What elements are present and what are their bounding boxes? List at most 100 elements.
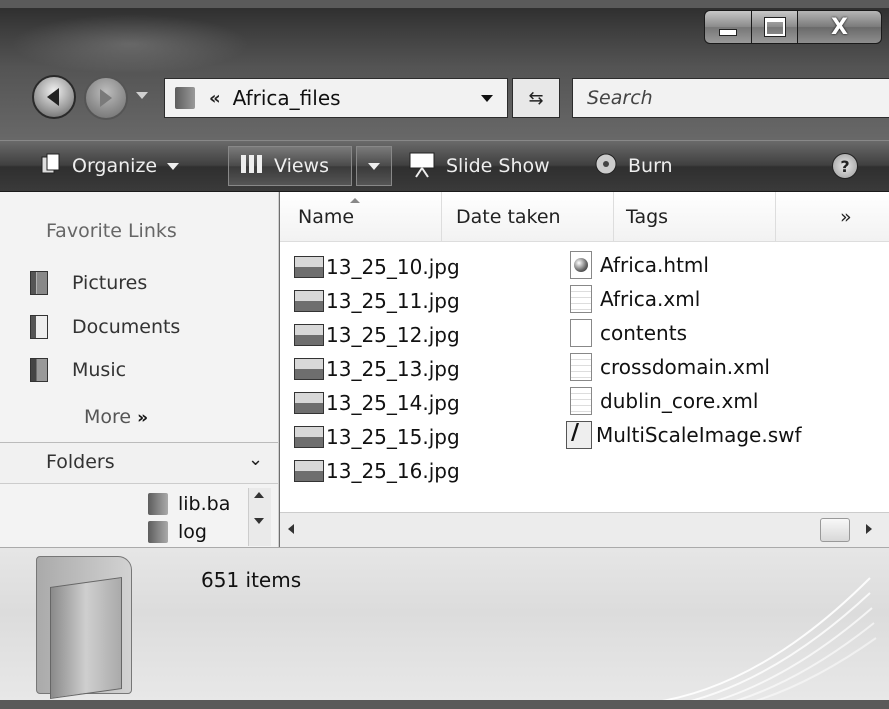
slideshow-button[interactable]: Slide Show (408, 141, 550, 191)
organize-icon (40, 153, 62, 180)
list-item[interactable]: dublin_core.xml (570, 384, 758, 418)
tree-folder-label: lib.ba (178, 493, 231, 515)
xml-file-icon (570, 387, 592, 415)
column-header-row: Name Date taken Tags » (280, 192, 889, 242)
back-button[interactable] (32, 75, 76, 119)
list-item[interactable]: crossdomain.xml (570, 350, 770, 384)
scroll-right-icon[interactable] (866, 524, 872, 534)
jpg-file-icon (294, 460, 324, 482)
decorative-swoosh (649, 577, 877, 708)
column-header-tags[interactable]: Tags (614, 192, 776, 242)
burn-button[interactable]: Burn (594, 141, 673, 191)
views-label-group[interactable]: Views (240, 141, 329, 191)
file-name: 13_25_16.jpg (326, 459, 460, 483)
list-item[interactable]: 13_25_12.jpg (294, 318, 460, 352)
file-name: crossdomain.xml (600, 355, 770, 379)
list-item[interactable]: contents (570, 316, 687, 350)
html-file-icon (570, 251, 592, 279)
list-item[interactable]: 13_25_15.jpg (294, 420, 460, 454)
list-item[interactable]: Africa.html (570, 248, 709, 282)
address-dropdown-icon[interactable] (481, 95, 493, 102)
refresh-icon: ⇆ (528, 87, 544, 109)
tree-folder-item[interactable]: lib.ba (148, 490, 230, 518)
jpg-file-icon (294, 256, 324, 278)
frame-top-edge (0, 0, 889, 8)
horizontal-scrollbar[interactable] (280, 512, 889, 547)
more-label: More (84, 406, 132, 428)
close-button[interactable]: X (798, 10, 882, 44)
folder-front (50, 576, 122, 700)
forward-arrow-icon (100, 89, 112, 107)
help-icon: ? (840, 156, 850, 176)
list-item[interactable]: Africa.xml (570, 282, 700, 316)
music-icon (30, 358, 48, 382)
help-button[interactable]: ? (832, 153, 858, 179)
column-label: Name (298, 206, 355, 228)
file-name: 13_25_13.jpg (326, 357, 460, 381)
folders-toggle[interactable]: Folders ⌄ (0, 442, 278, 484)
jpg-file-icon (294, 324, 324, 346)
documents-icon (30, 315, 48, 339)
overflow-chevron-icon: » (840, 206, 852, 228)
chevron-down-icon: ⌄ (248, 449, 264, 470)
file-name: 13_25_11.jpg (326, 289, 460, 313)
column-header-name[interactable]: Name (280, 192, 442, 242)
close-icon: X (831, 14, 848, 40)
swf-file-icon (566, 420, 592, 449)
folders-label: Folders (46, 451, 115, 473)
minimize-button[interactable] (704, 10, 752, 44)
maximize-button[interactable] (752, 10, 798, 44)
file-list: Name Date taken Tags » 13_25_10.jpg 13_2… (280, 192, 889, 547)
back-arrow-icon (47, 88, 59, 106)
nav-link-documents[interactable]: Documents (30, 310, 180, 344)
file-name: 13_25_15.jpg (326, 425, 460, 449)
nav-link-music[interactable]: Music (30, 353, 126, 387)
scroll-up-icon[interactable] (254, 492, 264, 498)
folder-icon (175, 87, 195, 109)
scrollbar-thumb[interactable] (820, 518, 850, 542)
more-chevron-icon: » (137, 408, 149, 428)
xml-file-icon (570, 353, 592, 381)
forward-button[interactable] (84, 76, 128, 120)
nav-link-label: Pictures (72, 272, 148, 294)
scroll-left-icon[interactable] (288, 524, 294, 534)
list-item[interactable]: 13_25_11.jpg (294, 284, 460, 318)
details-pane: 651 items (0, 547, 889, 709)
tree-vertical-scrollbar[interactable] (248, 488, 271, 546)
more-links-button[interactable]: More» (84, 406, 148, 428)
explorer-window: X « Africa_files ⇆ Search Organize Views… (0, 0, 889, 709)
frame-bottom-edge (0, 700, 889, 709)
views-dropdown-icon (368, 163, 380, 170)
list-item[interactable]: MultiScaleImage.swf (566, 418, 802, 452)
file-name: dublin_core.xml (600, 389, 759, 413)
folder-icon (148, 521, 168, 543)
tree-folder-item[interactable]: log (148, 518, 207, 546)
list-item[interactable]: 13_25_10.jpg (294, 250, 460, 284)
column-overflow-button[interactable]: » (840, 192, 880, 242)
burn-label: Burn (628, 155, 673, 177)
jpg-file-icon (294, 392, 324, 414)
list-item[interactable]: 13_25_14.jpg (294, 386, 460, 420)
recent-pages-dropdown[interactable] (136, 92, 148, 99)
organize-label: Organize (72, 155, 158, 177)
breadcrumb-current[interactable]: Africa_files (233, 86, 341, 110)
list-item[interactable]: 13_25_13.jpg (294, 352, 460, 386)
window-frame: X « Africa_files ⇆ Search (0, 0, 889, 150)
breadcrumb-overflow[interactable]: « (209, 88, 221, 109)
search-input[interactable]: Search (572, 78, 889, 118)
blank-file-icon (570, 319, 592, 347)
views-dropdown-button[interactable] (356, 146, 392, 186)
sort-ascending-icon (350, 198, 360, 203)
file-name: MultiScaleImage.swf (596, 423, 802, 447)
address-bar[interactable]: « Africa_files (164, 78, 508, 118)
nav-link-pictures[interactable]: Pictures (30, 266, 147, 300)
command-bar: Organize Views Slide Show Burn ? (0, 140, 889, 192)
scroll-down-icon[interactable] (254, 518, 264, 524)
tree-folder-label: log (178, 521, 207, 543)
column-header-date-taken[interactable]: Date taken (442, 192, 614, 242)
list-item[interactable]: 13_25_16.jpg (294, 454, 460, 488)
refresh-button[interactable]: ⇆ (512, 78, 560, 118)
organize-button[interactable]: Organize (40, 141, 180, 191)
views-icon (240, 153, 264, 180)
file-name: contents (600, 321, 687, 345)
